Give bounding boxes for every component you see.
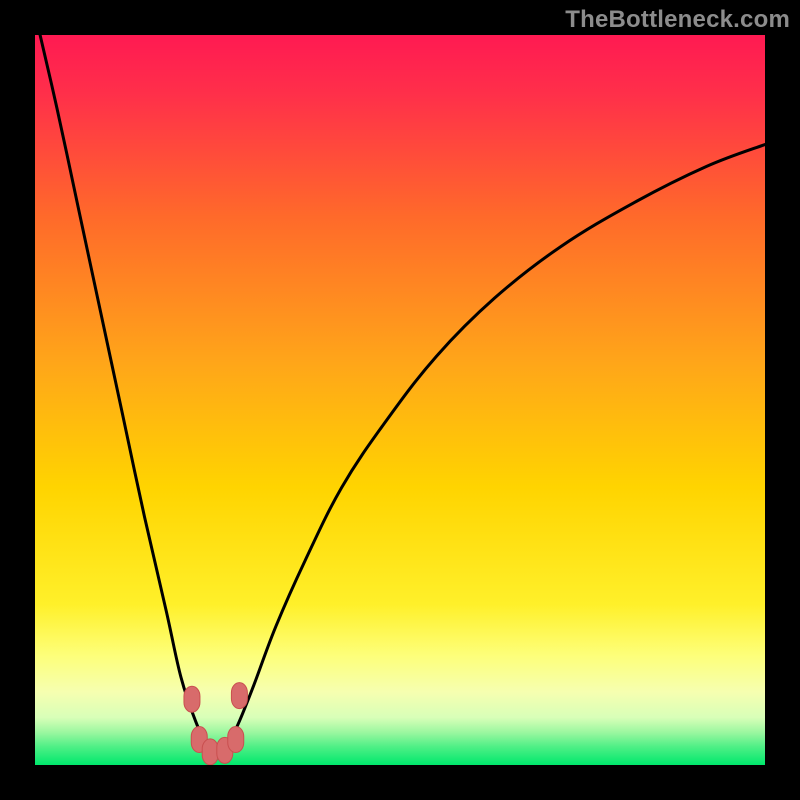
data-marker bbox=[231, 683, 247, 709]
data-marker bbox=[184, 686, 200, 712]
data-marker bbox=[228, 726, 244, 752]
chart-frame: TheBottleneck.com bbox=[0, 0, 800, 800]
bottleneck-chart bbox=[35, 35, 765, 765]
data-marker bbox=[202, 739, 218, 765]
plot-area bbox=[35, 35, 765, 765]
watermark-text: TheBottleneck.com bbox=[565, 6, 790, 34]
